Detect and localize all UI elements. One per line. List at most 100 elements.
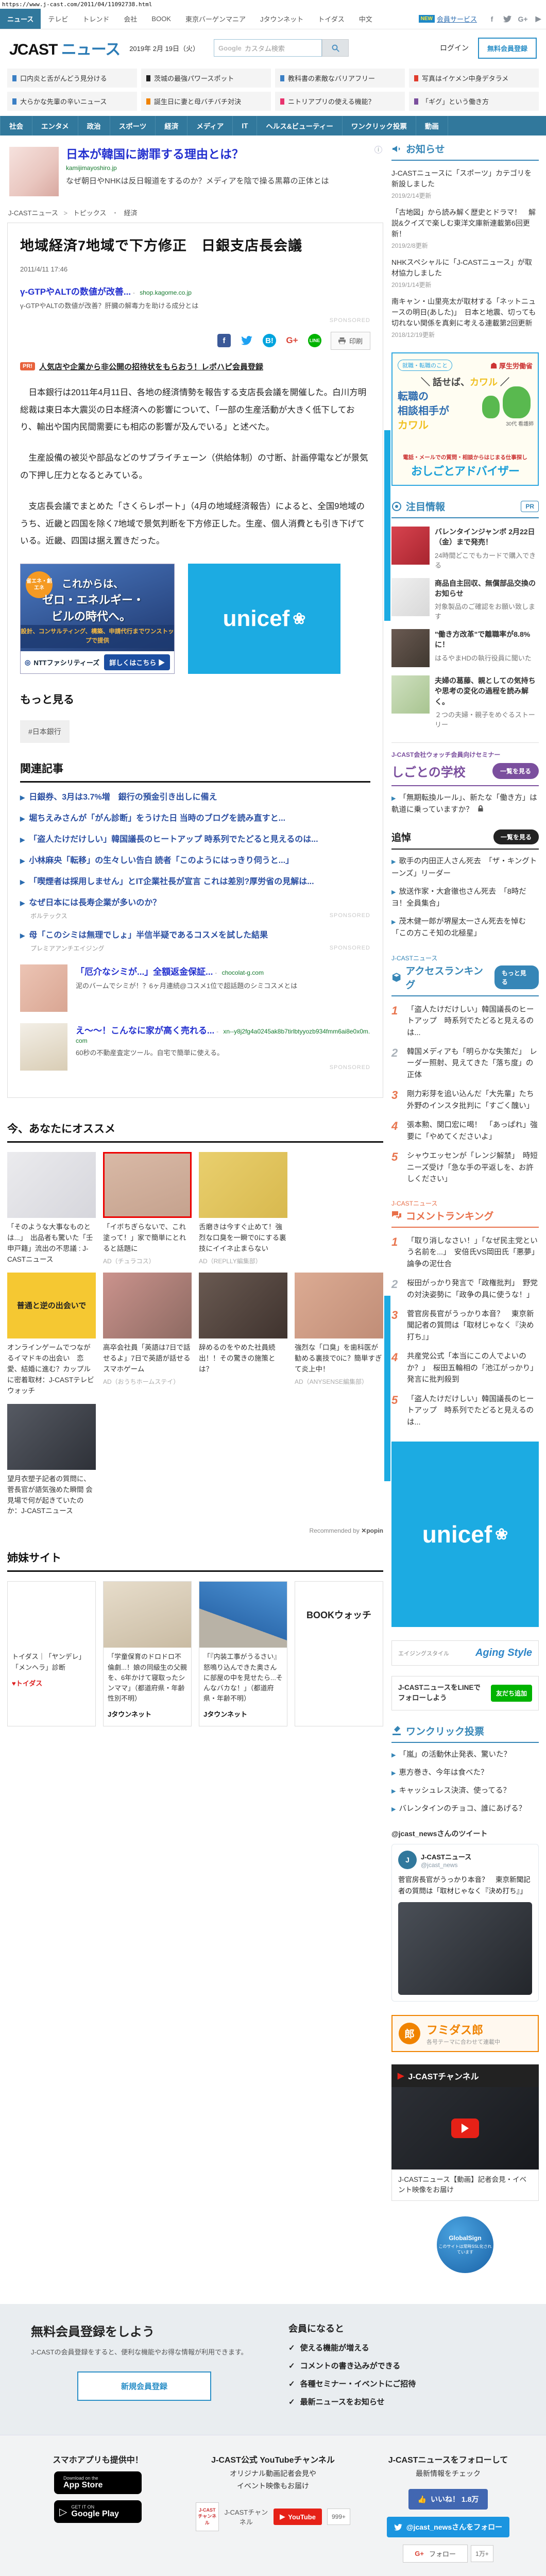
tweet-card[interactable]: J J-CASTニュース @jcast_news 菅官房長官がうっかり本音？ 東… [391,1844,539,2002]
recommend-ad-card[interactable]: 舌磨きは今すぐ止めて！強烈な口臭を一瞬で0にする裏技にイイネ止まらない AD（R… [199,1152,287,1265]
recommend-card[interactable]: 辞めるのをやめた社員続出！！その驚きの施策とは？ [199,1273,287,1397]
site-logo[interactable]: JCAST ニュース [9,37,121,59]
tab-jtown[interactable]: Jタウンネット [253,9,311,29]
topic-chip[interactable]: ニトリアプリの使える機能？ [275,92,405,111]
topic-chip[interactable]: 誕生日に妻と母バチバチ対決 [141,92,271,111]
cat-health[interactable]: ヘルス&ビューティー [257,116,343,135]
topic-chip[interactable]: 「ギグ」という働き方 [409,92,539,111]
googleplay-badge[interactable]: ▷ GET IT ON Google Play [54,2500,142,2523]
skyscraper-ad-strip[interactable] [384,430,390,621]
ad-info-icon[interactable]: i [374,146,382,154]
tab-trend[interactable]: トレンド [75,9,116,29]
ranking-item[interactable]: 1 「取り消しなさい！」「なぜ民主党という名前を...」 安倍氏VS岡田氏「悪夢」… [391,1235,539,1270]
memorial-list-button[interactable]: 一覧を見る [493,829,539,845]
school-item[interactable]: ▶ 「無期転換ルール」、新たな「働き方」は軌道に乗っていますか？ [391,792,539,816]
related-link[interactable]: ▶ 小林麻央「転移」の生々しい告白 読者「このようにはっきり伺うと...」 [20,855,370,867]
topic-chip[interactable]: 口内炎と舌がんどう見分ける [7,69,137,88]
gplus-icon[interactable]: G+ [517,13,528,25]
tab-company[interactable]: 会社 [116,9,144,29]
related-link[interactable]: ▶ 「喫煙者は採用しません」とIT企業社長が宣言 これは差別?厚労省の見解は... [20,876,370,888]
appstore-badge[interactable]: Download on the App Store [54,2471,142,2495]
twitter-follow-button[interactable]: @jcast_newsさんをフォロー [386,2517,510,2538]
url-bar[interactable]: https://www.j-cast.com/2011/04/11092738.… [0,0,546,9]
gplus-share-icon[interactable]: G+ [285,334,299,348]
related-sponsored-link[interactable]: ▶ なぜ日本には長寿企業が多いのか？ ボルテックス SPONSORED [20,897,370,921]
related-link[interactable]: ▶ 堀ちえみさんが「がん診断」をうけた日 当時のブログを読み直すと... [20,812,370,825]
fumidas-banner[interactable]: 郎 フミダス郎 各号テーマに合わせて連載中 [391,2014,539,2052]
recommend-ad-card[interactable]: 強烈な「口臭」を歯科医が勧める裏技で0に？簡単すぎて炎上中！ AD（ANYSEN… [295,1273,383,1397]
recommend-card[interactable]: 普通と逆の出会いで オンラインゲームでつながるイマドキの出会い 恋愛、結婚に進む… [7,1273,96,1397]
aging-style-banner[interactable]: エイジングスタイル Aging Style [391,1640,539,1666]
featured-item[interactable]: 商品自主回収、無償部品交換のお知らせ 対象製品のご確認をお願い致します [391,578,539,621]
poll-item[interactable]: ▶ 「嵐」の活動休止発表、驚いた？ [391,1749,539,1761]
topic-chip[interactable]: 写真はイケメン中身デタラメ [409,69,539,88]
mhlw-ad[interactable]: 就職・転職のこと ☗ 厚生労働省 ＼ 話せば、カワル ／ 転職の 相談相手が カ… [391,352,539,486]
notice-item[interactable]: J-CASTニュースに「スポーツ」カテゴリを新設しました 2019/2/14更新 [391,168,539,200]
school-list-button[interactable]: 一覧を見る [492,763,539,779]
breadcrumb-topics[interactable]: トピックス [73,209,107,217]
featured-item[interactable]: 夫婦の葛藤、親としての気持ちや思考の変化の過程を読み解く。 ２つの夫婦・親子をめぐ… [391,675,539,729]
related-link[interactable]: ▶ 日銀券、3月は3.7%増 銀行の預金引き出しに備え [20,791,370,804]
twitter-share-icon[interactable] [240,334,253,348]
twitter-icon[interactable] [502,13,513,25]
sister-card-jtown[interactable]: 「学童保育のドロドロ不倫劇...！娘の同級生の父親を、6年かけて寝取ったシンママ… [103,1581,192,1727]
ranking-item[interactable]: 3 剛力彩芽を追い込んだ「大先輩」たち 外野のインスタ批判に「すごく醜い」 [391,1089,541,1112]
breadcrumb-home[interactable]: J-CASTニュース [8,209,58,217]
topic-chip[interactable]: 教科書の素敵なバリアフリー [275,69,405,88]
line-add-friend-button[interactable]: 友だち追加 [490,1684,532,1702]
member-service-link[interactable]: NEW 会員サービス [412,9,484,29]
ad-title[interactable]: 日本が韓国に謝罪する理由とは？ [66,147,329,162]
tab-bargain[interactable]: 東京バーゲンマニア [178,9,253,29]
ranking-item[interactable]: 5 シャウエッセンが「レンジ解禁」 時短ニーズ受け「急な手の平返しを、お許しくださ… [391,1150,539,1185]
related-text-ad[interactable]: 「厄介なシミが...」全額返金保証... - chocolat-g.com 泥の… [20,964,370,1012]
notice-item[interactable]: 「古地図」から読み解く歴史とドラマ！ 解説&クイズで楽しむ東洋文庫新連載第6回更… [391,207,539,250]
related-text-ad[interactable]: え〜〜！こんなに家が高く売れる... - xn--y8j2fg4a0245ak8… [20,1023,370,1071]
featured-item[interactable]: "働き方改革"で離職率が8.8%に！ はるやまHDの執行役員に聞いた [391,629,539,668]
poll-item[interactable]: ▶ バレンタインのチョコ、誰にあげる？ [391,1803,539,1815]
cat-it[interactable]: IT [233,116,258,135]
cat-politics[interactable]: 政治 [78,116,110,135]
ranking-item[interactable]: 4 共産党公式「本当にこの人でよいのか？」 桜田五輪相の「池江がっかり」発言に批判… [391,1351,539,1385]
ranking-item[interactable]: 1 「盗人たけだけしい」韓国議長のヒートアップ 時系列でたどると見えるのは... [391,1004,539,1039]
memorial-item[interactable]: ▶ 茂木健一郎が堺屋太一さん死去を悼む 「この方こそ知の北極星」 [391,916,539,940]
pr-link[interactable]: PR! 人気店や企業から非公開の招待状をもらおう！レポハピ会員登録 [20,361,370,372]
related-sponsored-link[interactable]: ▶ 母「このシミは無理でしょ」半信半疑であるコスメを試した結果 プレミアアンチエイ… [20,929,370,953]
print-button[interactable]: 印刷 [330,331,370,350]
skyscraper-ad-strip[interactable] [384,1296,390,1481]
tab-news[interactable]: ニュース [0,9,41,29]
video-thumbnail[interactable] [391,2087,539,2170]
cat-media[interactable]: メディア [187,116,233,135]
recommend-ad-card[interactable]: 「イボちぎらないで、これ塗って！」家で簡単にとれると話題に AD（チュラコス） [103,1152,192,1265]
sister-card-toidas[interactable]: トイダス｜「ヤンデレ」「メンヘラ」診断 ♥トイダス [7,1581,96,1727]
login-link[interactable]: ログイン [440,43,469,53]
topic-chip[interactable]: 茨城の最強パワースポット [141,69,271,88]
ntt-banner-ad[interactable]: 省エネ・創エネ これからは、 ゼロ・エネルギー・ ビルの時代へ。 設計、コンサル… [20,564,175,674]
unicef-sidebar-ad[interactable]: unicef ❀ [391,1442,539,1628]
ranking-item[interactable]: 5 「盗人たけだけしい」韓国議長のヒートアップ 時系列でたどると見えるのは... [391,1394,539,1428]
youtube-icon[interactable]: ▶ [533,13,544,25]
sister-card-bookwatch[interactable]: BOOKウォッチ [295,1581,383,1727]
ranking-item[interactable]: 4 張本勲、関口宏に喝！ 「あっぱれ」強要に「やめてくださいよ」 [391,1120,539,1143]
ntt-cta-button[interactable]: 詳しくはこちら ▶ [104,654,170,671]
signup-button[interactable]: 新規会員登録 [77,2371,211,2401]
featured-item[interactable]: バレンタインジャンボ 2月22日（金）まで発売！ 24時間どこでもカードで購入でき… [391,527,539,570]
ranking-item[interactable]: 3 菅官房長官がうっかり本音？ 東京新聞記者の質問は「取材じゃなく『決め打ち』」 [391,1309,539,1343]
poll-item[interactable]: ▶ キャッシュレス決済、使ってる？ [391,1785,539,1797]
unicef-banner-ad[interactable]: unicef ❀ [188,564,340,674]
globalsign-badge[interactable]: GlobalSign このサイトは常時SSL化されています [437,2216,493,2274]
tab-tv[interactable]: テレビ [41,9,75,29]
tab-toidas[interactable]: トイダス [311,9,351,29]
related-link[interactable]: ▶ 「盗人たけだけしい」韓国議長のヒートアップ 時系列でたどると見えるのは... [20,834,370,846]
memorial-item[interactable]: ▶ 歌手の内田正人さん死去 「ザ・キングトーンズ」リーダー [391,856,539,879]
poll-item[interactable]: ▶ 恵方巻き、今年は食べた？ [391,1767,539,1779]
access-more-button[interactable]: もっと見る [494,965,539,989]
facebook-icon[interactable]: f [486,13,498,25]
top-display-ad[interactable]: 日本が韓国に謝罪する理由とは？ kamijimayoshiro.jp なぜ朝日や… [7,142,383,204]
search-button[interactable] [322,39,349,57]
line-share-icon[interactable]: LINE [308,334,321,348]
topic-chip[interactable]: 大らかな先輩の辛いニュース [7,92,137,111]
sister-card-jtown[interactable]: 「『内装工事がうるさい』怒鳴り込んできた奥さんに部屋の中を見せたら...そんなバ… [199,1581,287,1727]
ranking-item[interactable]: 2 韓国メディアも「明らかな失策だ」 レーダー照射、見えてきた「落ち度」の正体 [391,1046,539,1081]
hatena-share-icon[interactable]: B! [262,334,276,348]
ranking-item[interactable]: 2 桜田がっかり発言で「政権批判」 野党の対決姿勢に「政争の具に使うな！」 [391,1278,539,1301]
